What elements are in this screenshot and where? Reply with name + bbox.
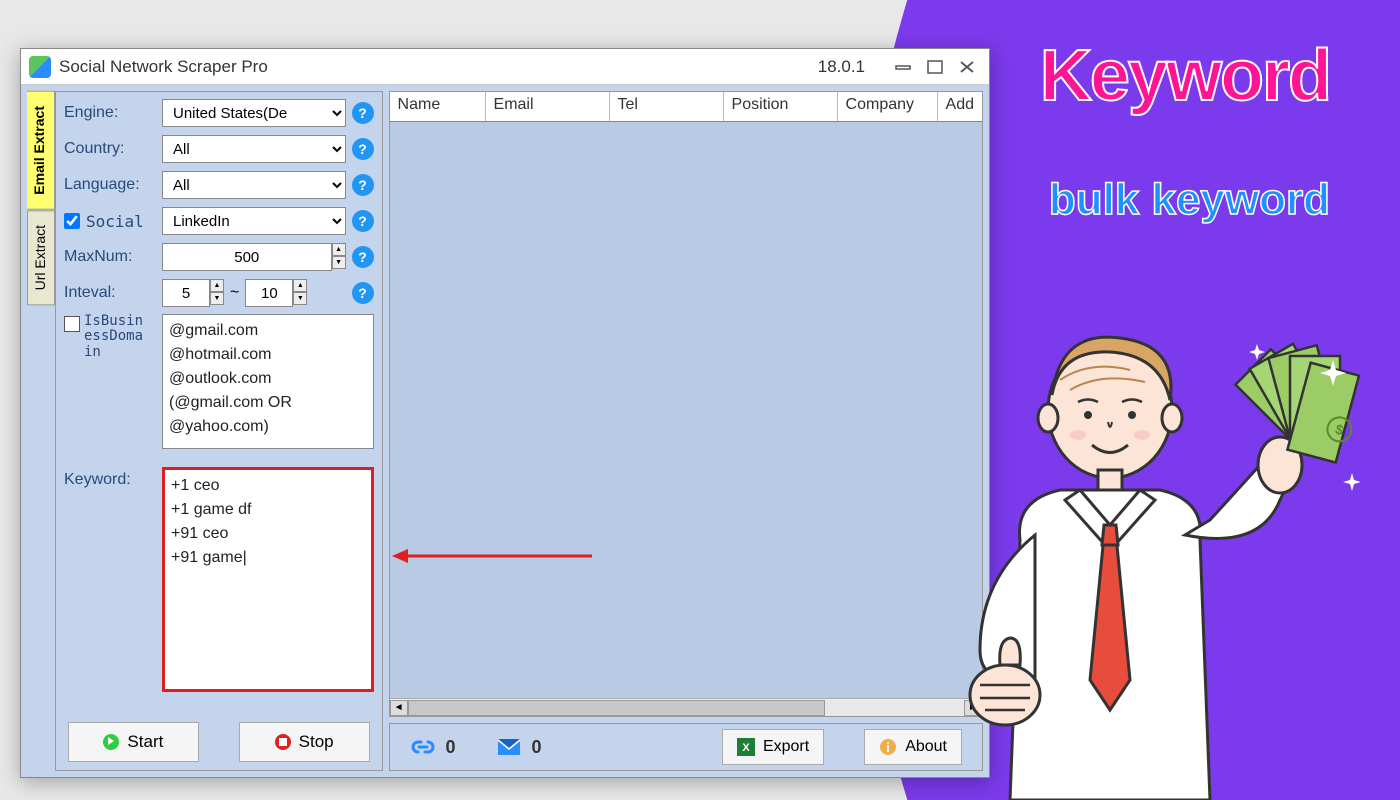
- col-company[interactable]: Company: [838, 92, 938, 121]
- isbusiness-label: IsBusinessDomain: [84, 314, 143, 360]
- play-icon: [103, 734, 119, 750]
- help-social[interactable]: ?: [352, 210, 374, 232]
- emails-count: 0: [532, 737, 542, 758]
- app-icon: [29, 56, 51, 78]
- businessman-illustration: $: [860, 300, 1360, 800]
- titlebar: Social Network Scraper Pro 18.0.1: [21, 49, 989, 85]
- country-select[interactable]: All: [162, 135, 346, 163]
- start-label: Start: [127, 732, 163, 752]
- social-select[interactable]: LinkedIn: [162, 207, 346, 235]
- help-interval[interactable]: ?: [352, 282, 374, 304]
- col-email[interactable]: Email: [486, 92, 610, 121]
- language-select[interactable]: All: [162, 171, 346, 199]
- language-label: Language:: [64, 176, 162, 194]
- excel-icon: X: [737, 738, 755, 756]
- social-label: Social: [86, 212, 144, 231]
- stop-icon: [275, 734, 291, 750]
- help-language[interactable]: ?: [352, 174, 374, 196]
- promo-keyword-text: Keyword: [1040, 35, 1330, 117]
- stat-links: 0: [410, 734, 456, 760]
- maximize-icon: [927, 60, 943, 74]
- minimize-button[interactable]: [889, 57, 917, 77]
- help-engine[interactable]: ?: [352, 102, 374, 124]
- start-button[interactable]: Start: [68, 722, 199, 762]
- version-label: 18.0.1: [818, 57, 865, 77]
- export-label: Export: [763, 738, 809, 756]
- svg-text:X: X: [742, 742, 750, 754]
- export-button[interactable]: X Export: [722, 729, 824, 765]
- social-label-wrap: Social: [64, 212, 162, 231]
- tab-url-extract[interactable]: Url Extract: [27, 210, 55, 305]
- scroll-left-icon[interactable]: ◄: [390, 700, 408, 716]
- stat-emails: 0: [496, 737, 542, 758]
- maxnum-input[interactable]: [162, 243, 332, 271]
- help-maxnum[interactable]: ?: [352, 246, 374, 268]
- keyword-label: Keyword:: [64, 467, 162, 489]
- interval-from-spinner[interactable]: ▲▼: [210, 279, 224, 307]
- form-area: Engine: United States(De ? Country: All …: [55, 91, 383, 771]
- envelope-icon: [496, 737, 522, 757]
- engine-label: Engine:: [64, 104, 162, 122]
- engine-select[interactable]: United States(De: [162, 99, 346, 127]
- promo-bulk-text: bulk keyword: [1049, 175, 1330, 225]
- close-button[interactable]: [953, 57, 981, 77]
- maximize-button[interactable]: [921, 57, 949, 77]
- interval-to-spinner[interactable]: ▲▼: [293, 279, 307, 307]
- keyword-textarea[interactable]: +1 ceo +1 game df +91 ceo +91 game|: [162, 467, 374, 692]
- close-icon: [959, 60, 975, 74]
- window-title: Social Network Scraper Pro: [59, 57, 268, 77]
- col-add[interactable]: Add: [938, 92, 982, 121]
- col-position[interactable]: Position: [724, 92, 838, 121]
- link-icon: [410, 734, 436, 760]
- domains-textarea[interactable]: @gmail.com @hotmail.com @outlook.com (@g…: [162, 314, 374, 449]
- minimize-icon: [894, 62, 912, 72]
- interval-from-input[interactable]: [162, 279, 210, 307]
- left-panel: Email Extract Url Extract Engine: United…: [27, 91, 383, 771]
- interval-label: Inteval:: [64, 284, 162, 302]
- links-count: 0: [446, 737, 456, 758]
- help-country[interactable]: ?: [352, 138, 374, 160]
- isbusiness-checkbox[interactable]: [64, 316, 80, 332]
- stop-label: Stop: [299, 732, 334, 752]
- interval-to-input[interactable]: [245, 279, 293, 307]
- table-header: Name Email Tel Position Company Add: [390, 92, 982, 122]
- stop-button[interactable]: Stop: [239, 722, 370, 762]
- col-name[interactable]: Name: [390, 92, 486, 121]
- social-checkbox[interactable]: [64, 213, 80, 229]
- maxnum-spinner[interactable]: ▲▼: [332, 243, 346, 271]
- interval-separator: ~: [230, 284, 239, 302]
- tab-email-extract[interactable]: Email Extract: [27, 91, 55, 210]
- app-window: Social Network Scraper Pro 18.0.1 Email …: [20, 48, 990, 778]
- col-tel[interactable]: Tel: [610, 92, 724, 121]
- maxnum-label: MaxNum:: [64, 248, 162, 266]
- country-label: Country:: [64, 140, 162, 158]
